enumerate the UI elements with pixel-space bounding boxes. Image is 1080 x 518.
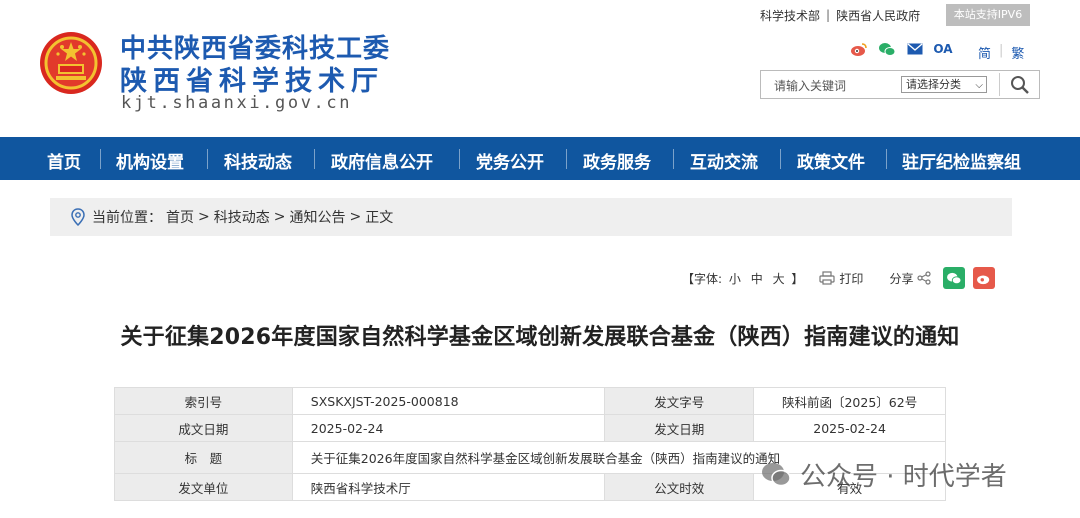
pubdate-value: 2025-02-24 [753,414,946,442]
date-value: 2025-02-24 [291,414,606,442]
lang-separator: | [999,43,1004,58]
site-domain: kjt.shaanxi.gov.cn [121,93,353,113]
nav-services[interactable]: 政务服务 [583,148,651,173]
article-tools: 【字体: 小 中 大 】 打印 分享 [682,265,996,291]
lang-traditional[interactable]: 繁 [1011,43,1024,62]
language-switch: 简 | 繁 [978,43,1024,62]
nav-interaction[interactable]: 互动交流 [690,148,758,173]
nav-home[interactable]: 首页 [47,148,81,173]
watermark-text: 公众号 · 时代学者 [800,462,1007,492]
validity-label: 公文时效 [604,473,755,501]
printer-icon [819,271,836,285]
link-most[interactable]: 科学技术部 [760,7,820,24]
docno-value: 陕科前函〔2025〕62号 [753,387,946,415]
breadcrumb: 当前位置： 首页 > 科技动态 > 通知公告 > 正文 [50,198,1012,236]
print-button[interactable]: 打印 [819,270,863,287]
ipv6-badge: 本站支持IPV6 [946,4,1030,26]
docno-label: 发文字号 [604,387,755,415]
search-input[interactable]: 请输入关键词 [774,77,846,94]
breadcrumb-home[interactable]: 首页 [166,207,194,227]
nav-separator [314,149,315,169]
social-links: OA [850,41,953,57]
nav-separator [886,149,887,169]
lang-simplified[interactable]: 简 [978,43,991,62]
breadcrumb-current: 正文 [365,210,394,226]
watermark: 公众号 · 时代学者 [760,456,1007,493]
font-size-controls: 【字体: 小 中 大 】 [682,270,803,287]
font-small-button[interactable]: 小 [729,272,741,286]
issuer-label: 发文单位 [114,473,293,501]
wechat-icon[interactable] [878,41,896,57]
article-title: 关于征集2026年度国家自然科学基金区域创新发展联合基金（陕西）指南建议的通知 [120,325,960,350]
national-emblem-icon[interactable] [38,30,104,96]
weibo-icon[interactable] [850,41,868,57]
nav-discipline[interactable]: 驻厅纪检监察组 [902,148,1021,173]
nav-separator [459,149,460,169]
font-size-label: 【字体: [682,271,723,286]
main-nav: 首页 机构设置 科技动态 政府信息公开 党务公开 政务服务 互动交流 政策文件 … [0,137,1080,180]
nav-separator [100,149,101,169]
oa-icon[interactable]: OA [933,41,952,57]
share-icon[interactable] [917,271,932,285]
subject-label: 标 题 [114,441,293,474]
nav-separator [566,149,567,169]
font-large-button[interactable]: 大 [773,272,785,286]
print-label: 打印 [839,271,864,286]
share-controls: 分享 [889,267,996,289]
breadcrumb-notices[interactable]: 通知公告 [289,207,345,227]
nav-gov-info[interactable]: 政府信息公开 [331,148,433,173]
category-select[interactable]: 请选择分类 ⌵ [901,76,987,93]
link-provincial-government[interactable]: 陕西省人民政府 [836,7,920,24]
location-pin-icon [71,208,85,226]
search-box: 请输入关键词 请选择分类 ⌵ [760,70,1040,99]
breadcrumb-separator: > [349,209,362,225]
breadcrumb-separator: > [198,209,210,225]
breadcrumb-tech-news[interactable]: 科技动态 [214,207,270,227]
font-size-close: 】 [791,271,804,286]
table-row: 成文日期 2025-02-24 发文日期 2025-02-24 [114,414,946,442]
wechat-watermark-icon [762,462,791,486]
category-select-value: 请选择分类 [906,78,961,91]
pubdate-label: 发文日期 [604,414,755,442]
breadcrumb-label: 当前位置： [92,210,162,226]
mail-icon[interactable] [906,41,924,57]
index-label: 索引号 [114,387,293,415]
share-label: 分享 [889,271,914,286]
nav-party-affairs[interactable]: 党务公开 [476,148,544,173]
table-row: 索引号 SXSKXJST-2025-000818 发文字号 陕科前函〔2025〕… [114,387,946,415]
site-header: 中共陕西省委科技工委 陕西省科学技术厅 kjt.shaanxi.gov.cn 科… [0,0,1080,137]
nav-tech-news[interactable]: 科技动态 [224,148,292,173]
nav-organization[interactable]: 机构设置 [116,148,184,173]
search-divider [999,73,1000,96]
nav-separator [780,149,781,169]
breadcrumb-separator: > [273,209,286,225]
top-links: 科学技术部 | 陕西省人民政府 [760,6,920,24]
search-icon[interactable] [1008,74,1032,96]
issuer-value: 陕西省科学技术厅 [291,473,606,501]
nav-policy[interactable]: 政策文件 [797,148,865,173]
nav-separator [673,149,674,169]
nav-separator [207,149,208,169]
index-value: SXSKXJST-2025-000818 [291,387,606,415]
font-medium-button[interactable]: 中 [751,272,763,286]
wechat-share-icon[interactable] [943,267,966,289]
date-label: 成文日期 [114,414,293,442]
chevron-down-icon: ⌵ [975,80,983,91]
weibo-share-icon[interactable] [973,267,996,289]
link-separator: | [826,8,831,22]
